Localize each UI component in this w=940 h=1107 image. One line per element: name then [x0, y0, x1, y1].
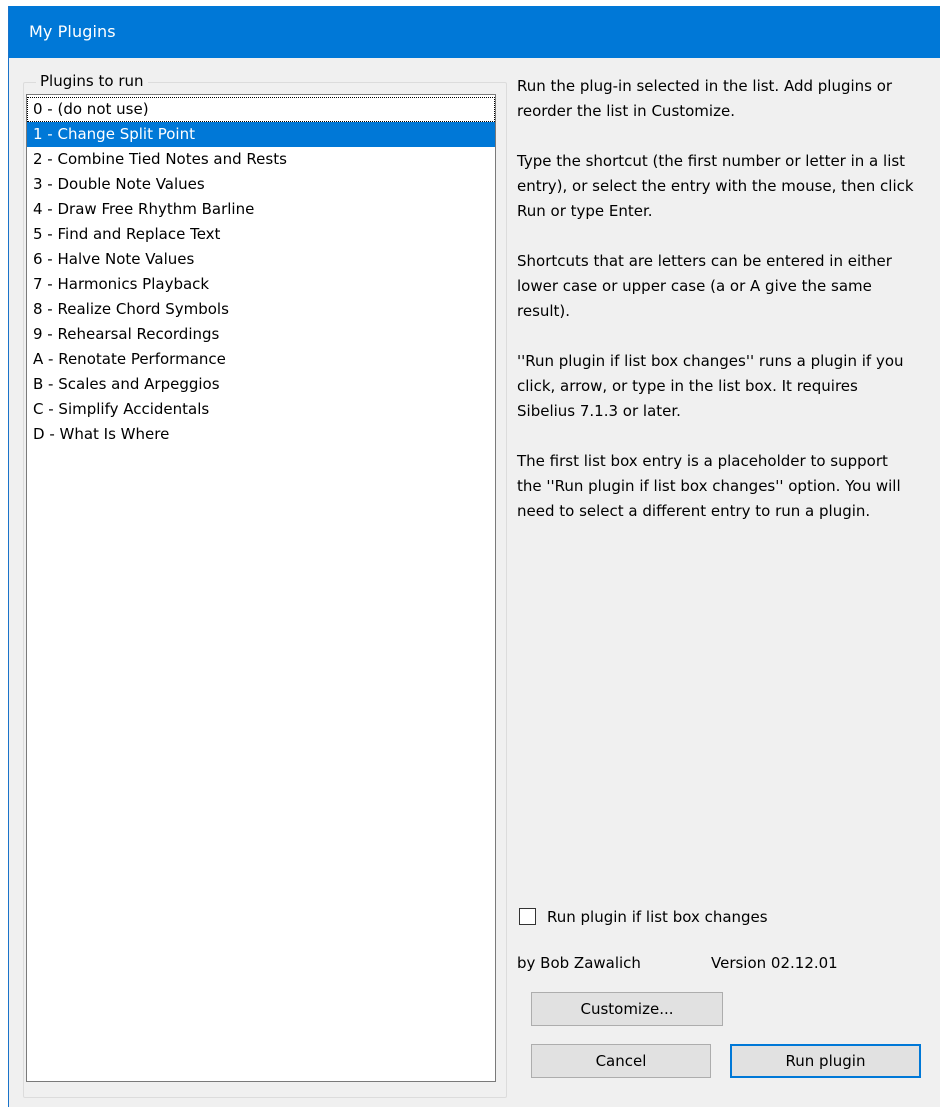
list-item[interactable]: 2 - Combine Tied Notes and Rests — [27, 147, 495, 172]
plugins-listbox[interactable]: 0 - (do not use) 1 - Change Split Point 2 … — [26, 94, 496, 1082]
list-item[interactable]: 8 - Realize Chord Symbols — [27, 297, 495, 322]
run-on-change-checkbox[interactable] — [519, 908, 536, 925]
window-title: My Plugins — [29, 22, 116, 41]
list-item[interactable]: 9 - Rehearsal Recordings — [27, 322, 495, 347]
list-item[interactable]: 5 - Find and Replace Text — [27, 222, 495, 247]
list-item[interactable]: 3 - Double Note Values — [27, 172, 495, 197]
list-item[interactable]: D - What Is Where — [27, 422, 495, 447]
list-item[interactable]: A - Renotate Performance — [27, 347, 495, 372]
list-item[interactable]: 4 - Draw Free Rhythm Barline — [27, 197, 495, 222]
groupbox-label: Plugins to run — [36, 72, 148, 90]
list-item[interactable]: 1 - Change Split Point — [27, 122, 495, 147]
list-item[interactable]: 7 - Harmonics Playback — [27, 272, 495, 297]
author-text: by Bob Zawalich — [517, 954, 641, 972]
help-paragraph: The first list box entry is a placeholde… — [517, 452, 901, 520]
help-paragraph: Shortcuts that are letters can be entere… — [517, 252, 892, 320]
list-item[interactable]: 0 - (do not use) — [27, 97, 495, 122]
help-paragraph: Type the shortcut (the first number or l… — [517, 152, 914, 220]
cancel-button[interactable]: Cancel — [531, 1044, 711, 1078]
list-item[interactable]: B - Scales and Arpeggios — [27, 372, 495, 397]
help-paragraph: Run the plug-in selected in the list. Ad… — [517, 77, 893, 120]
run-plugin-button[interactable]: Run plugin — [730, 1044, 921, 1078]
customize-button[interactable]: Customize... — [531, 992, 723, 1026]
version-text: Version 02.12.01 — [711, 954, 838, 972]
help-text: Run the plug-in selected in the list. Ad… — [517, 74, 917, 549]
list-item[interactable]: C - Simplify Accidentals — [27, 397, 495, 422]
plugins-list: 0 - (do not use) 1 - Change Split Point 2 … — [27, 95, 495, 447]
list-item[interactable]: 6 - Halve Note Values — [27, 247, 495, 272]
help-paragraph: ''Run plugin if list box changes'' runs … — [517, 352, 904, 420]
run-on-change-label[interactable]: Run plugin if list box changes — [547, 907, 768, 927]
title-bar[interactable]: My Plugins — [9, 6, 940, 58]
